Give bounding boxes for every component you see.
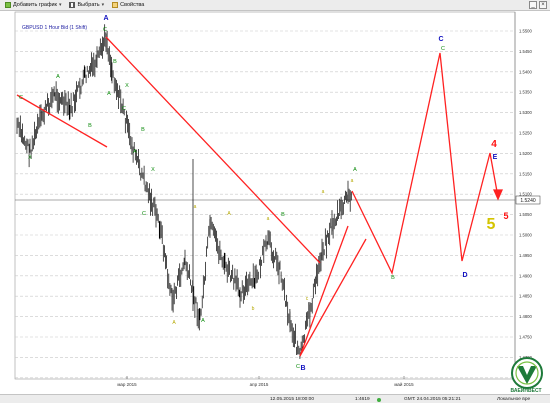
price-tick-label: 1.4750 (519, 335, 532, 340)
select-icon (69, 2, 76, 8)
price-tick-label: 1.5200 (519, 151, 532, 156)
wave-label: C (103, 27, 107, 33)
wave-label: 5 (503, 211, 508, 221)
wave-label: 4 (491, 139, 497, 150)
time-tick-label: май 2015 (394, 381, 414, 387)
wave-label: C (122, 106, 126, 112)
wave-label: C (438, 36, 443, 43)
select-button[interactable]: Выбрать ▾ (66, 1, 107, 10)
wave-label: a (194, 204, 197, 210)
wave-label: B (281, 212, 285, 218)
wave-label: X (125, 83, 129, 89)
price-tick-label: 1.5350 (519, 90, 532, 95)
minimize-button[interactable]: _ (529, 1, 537, 9)
price-axis: 1.5500 1.5450 1.5400 1.5350 1.5300 1.5250 1.52… (519, 29, 532, 381)
status-date: 12.05.2015 18:00:00 (270, 397, 315, 402)
time-tick-label: апр 2015 (250, 382, 269, 387)
wave-label: A (201, 318, 205, 324)
add-chart-label: Добавить график (13, 2, 57, 8)
status-scale: 1:4619 (355, 397, 370, 402)
current-price-label: 1.5240 (520, 198, 536, 204)
wave-label: a (267, 216, 270, 222)
wave-label: A (353, 167, 357, 173)
plot-area (14, 11, 516, 380)
wave-label: A (56, 74, 60, 80)
connection-status-icon (377, 397, 381, 402)
chevron-down-icon: ▾ (101, 2, 105, 8)
wave-label: X (151, 167, 155, 173)
price-tick-label: 1.5050 (519, 212, 532, 217)
status-local-time: Локальное вре (497, 397, 531, 402)
wave-label: A (133, 149, 137, 155)
wave-label: D (462, 272, 467, 279)
chart-toolbar: Добавить график ▾ Выбрать ▾ Свойства _ × (0, 0, 550, 11)
close-button[interactable]: × (539, 1, 547, 9)
wave-label: X (28, 155, 32, 161)
wave-label: b (252, 306, 255, 312)
wave-label: A (107, 91, 111, 97)
wave-label: B (113, 59, 117, 65)
wave-label: a (351, 178, 354, 184)
price-tick-label: 1.5150 (519, 171, 532, 176)
select-label: Выбрать (77, 2, 100, 8)
wave-label: E (493, 154, 498, 161)
wave-label: C (441, 46, 445, 52)
price-tick-label: 1.4900 (519, 273, 532, 278)
price-tick-label: 1.4950 (519, 253, 532, 258)
price-tick-label: 1.4850 (519, 294, 532, 299)
add-chart-icon (5, 2, 11, 8)
wave-label: C (142, 211, 146, 217)
wave-label: C (296, 364, 300, 370)
properties-label: Свойства (120, 2, 145, 8)
wave-label: A (103, 15, 108, 22)
chevron-down-icon: ▾ (58, 2, 62, 8)
price-tick-label: 1.5000 (519, 233, 532, 238)
status-bar: 12.05.2015 18:00:00 1:4619 GMT: 24.04.20… (0, 394, 550, 403)
wave-label: B (88, 123, 92, 129)
chart-title: GBPUSD 1 Hour Bid (1 Shift) (22, 25, 88, 31)
wave-label: B (300, 365, 305, 372)
chart-canvas[interactable]: 1.5500 1.5450 1.5400 1.5350 1.5300 1.5250 1.52… (0, 11, 550, 394)
wave-label: a (322, 189, 325, 195)
add-chart-button[interactable]: Добавить график ▾ (2, 1, 64, 10)
price-tick-label: 1.5400 (519, 69, 532, 74)
price-tick-label: 1.5250 (519, 131, 532, 136)
time-tick-label: мар 2015 (117, 382, 137, 387)
price-chart[interactable]: 1.5500 1.5450 1.5400 1.5350 1.5300 1.5250 1.52… (0, 11, 550, 394)
wave-label: C (19, 95, 23, 101)
wave-label: 5 (487, 216, 496, 233)
wave-label: B (141, 127, 145, 133)
status-gmt-time: GMT: 24.04.2015 05:21:21 (404, 397, 461, 402)
properties-icon (112, 2, 119, 8)
price-tick-label: 1.4800 (519, 314, 532, 319)
wave-label: B (391, 275, 395, 281)
price-tick-label: 1.5450 (519, 49, 532, 54)
properties-button[interactable]: Свойства (109, 1, 147, 10)
price-tick-label: 1.5500 (519, 29, 532, 34)
price-tick-label: 1.5300 (519, 110, 532, 115)
